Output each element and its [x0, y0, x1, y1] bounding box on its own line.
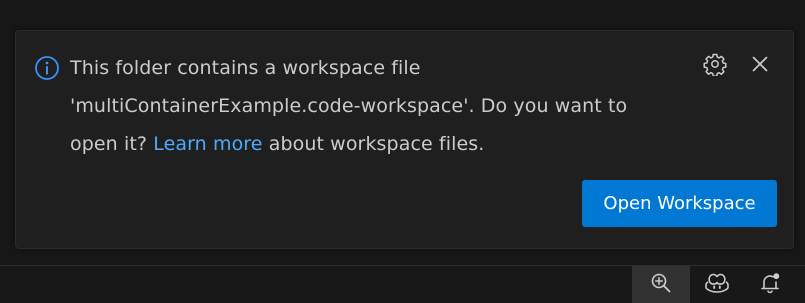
gear-icon [703, 52, 727, 80]
message-line-3-suffix: about workspace files. [262, 133, 485, 155]
message-line-3-prefix: open it? [70, 133, 154, 155]
info-icon [34, 55, 60, 81]
notification-close-button[interactable] [747, 53, 773, 79]
message-line-2: 'multiContainerExample.code-workspace'. … [70, 95, 628, 117]
message-line-1: This folder contains a workspace file [70, 57, 421, 79]
notifications-status-item[interactable] [741, 266, 799, 303]
open-workspace-button[interactable]: Open Workspace [582, 180, 777, 227]
notification-settings-button[interactable] [702, 53, 728, 79]
notification-message: This folder contains a workspace file 'm… [70, 49, 670, 163]
workspace-notification-toast: This folder contains a workspace file 'm… [15, 30, 794, 249]
copilot-status-item[interactable] [688, 266, 746, 303]
copilot-icon [704, 271, 730, 299]
bell-dot-icon [758, 271, 782, 299]
status-bar [0, 265, 805, 303]
zoom-in-icon [650, 272, 672, 298]
close-icon [750, 54, 770, 78]
learn-more-link[interactable]: Learn more [153, 133, 262, 155]
message-line-3: open it? Learn more about workspace file… [70, 125, 670, 163]
zoom-status-item[interactable] [632, 266, 690, 303]
